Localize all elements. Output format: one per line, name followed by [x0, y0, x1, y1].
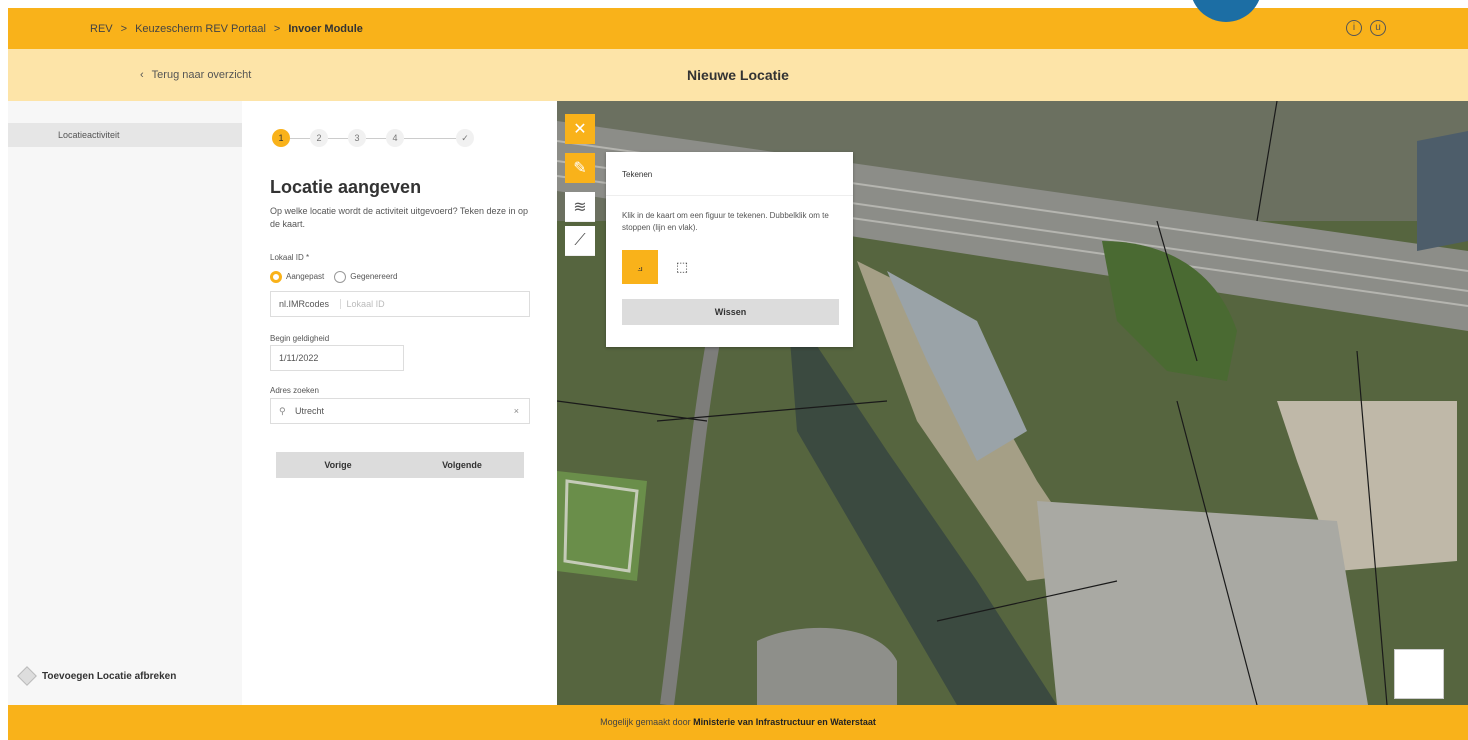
sidebar: Locatieactiviteit Toevoegen Locatie afbr… — [8, 101, 242, 705]
sub-header: ‹ Terug naar overzicht Nieuwe Locatie — [8, 49, 1468, 101]
form-description: Op welke locatie wordt de activiteit uit… — [270, 206, 528, 229]
basemap-switcher[interactable] — [1394, 649, 1444, 699]
draw-tool-button[interactable]: ✎ — [565, 153, 595, 183]
info-icon[interactable]: i — [1346, 20, 1362, 36]
draw-panel: Tekenen Klik in de kaart om een figuur t… — [606, 152, 853, 347]
prefix-label: nl.IMRcodes — [279, 299, 330, 309]
radio-selected-icon — [270, 271, 282, 283]
step-2[interactable]: 2 — [310, 129, 328, 147]
back-link[interactable]: ‹ Terug naar overzicht — [140, 69, 251, 81]
lokaal-id-radios: Aangepast Gegenereerd — [270, 271, 397, 283]
draw-line-button[interactable]: ⟓ — [622, 250, 658, 284]
step-line — [366, 137, 386, 139]
close-icon: ✕ — [573, 121, 587, 138]
sidebar-item-locatieactiviteit[interactable]: Locatieactiviteit — [8, 123, 242, 147]
top-bar: REV > Keuzescherm REV Portaal > Invoer M… — [8, 0, 1468, 49]
map-view[interactable]: ✕ ✎ ≋ ⟋ Tekenen Klik in de kaart om een … — [557, 101, 1468, 705]
step-line — [404, 137, 456, 139]
breadcrumb-separator: > — [273, 22, 281, 35]
radio-aangepast[interactable]: Aangepast — [270, 271, 324, 283]
layers-tool-button[interactable]: ≋ — [565, 192, 595, 222]
address-value: Utrecht — [295, 406, 325, 416]
top-icons: i u — [1346, 20, 1386, 36]
clear-icon[interactable]: × — [514, 399, 519, 423]
lokaal-id-label: Lokaal ID * — [270, 253, 310, 262]
begin-date-input[interactable]: 1/11/2022 — [270, 345, 404, 371]
step-1[interactable]: 1 — [272, 129, 290, 147]
location-form: 1 2 3 4 ✓ Locatie aangeven Op welke loca… — [242, 101, 557, 705]
step-done[interactable]: ✓ — [456, 129, 474, 147]
radio-label: Aangepast — [286, 272, 325, 282]
breadcrumb: REV > Keuzescherm REV Portaal > Invoer M… — [90, 23, 363, 35]
breadcrumb-separator: > — [120, 22, 128, 35]
radio-label: Gegenereerd — [350, 272, 398, 282]
breadcrumb-current: Invoer Module — [288, 22, 363, 35]
step-line — [290, 137, 310, 139]
draw-polygon-button[interactable]: ⬚ — [664, 250, 700, 284]
begin-label: Begin geldigheid — [270, 334, 330, 343]
step-3[interactable]: 3 — [348, 129, 366, 147]
step-line — [328, 137, 348, 139]
search-icon: ⚲ — [279, 406, 286, 416]
previous-button[interactable]: Vorige — [276, 452, 400, 478]
measure-tool-button[interactable]: ⟋ — [565, 226, 595, 256]
lokaal-id-input[interactable]: nl.IMRcodes Lokaal ID — [270, 291, 530, 317]
footer-org: Ministerie van Infrastructuur en Waterst… — [693, 717, 876, 727]
ruler-icon: ⟋ — [574, 231, 586, 249]
avatar[interactable] — [1190, 0, 1262, 22]
pencil-icon: ✎ — [573, 160, 587, 177]
form-title: Locatie aangeven — [270, 177, 422, 197]
footer: Mogelijk gemaakt door Ministerie van Inf… — [8, 705, 1468, 740]
polygon-icon: ⬚ — [675, 259, 689, 274]
cancel-add-location-label: Toevoegen Locatie afbreken — [42, 670, 177, 682]
breadcrumb-rev[interactable]: REV — [90, 23, 113, 35]
draw-panel-instruction: Klik in de kaart om een figuur te tekene… — [622, 211, 829, 232]
layers-icon: ≋ — [573, 198, 587, 216]
user-icon[interactable]: u — [1370, 20, 1386, 36]
chevron-left-icon: ‹ — [140, 69, 144, 81]
draw-panel-title: Tekenen — [606, 152, 853, 196]
clear-drawing-button[interactable]: Wissen — [622, 299, 839, 325]
next-button[interactable]: Volgende — [400, 452, 524, 478]
step-indicator: 1 2 3 4 ✓ — [272, 129, 474, 147]
lokaal-id-placeholder: Lokaal ID — [339, 299, 385, 309]
cancel-add-location[interactable]: Toevoegen Locatie afbreken — [17, 666, 177, 686]
breadcrumb-keuzescherm[interactable]: Keuzescherm REV Portaal — [135, 23, 266, 35]
draw-shape-tools: ⟓ ⬚ — [622, 250, 700, 284]
polyline-icon: ⟓ — [637, 259, 643, 274]
back-link-label: Terug naar overzicht — [151, 69, 252, 81]
radio-gegenereerd[interactable]: Gegenereerd — [334, 271, 397, 283]
diamond-icon — [17, 666, 37, 686]
close-tool-button[interactable]: ✕ — [565, 114, 595, 144]
adres-label: Adres zoeken — [270, 386, 319, 395]
radio-unselected-icon — [334, 271, 347, 283]
footer-prefix: Mogelijk gemaakt door — [600, 717, 691, 727]
address-search-input[interactable]: ⚲ Utrecht × — [270, 398, 530, 424]
step-4[interactable]: 4 — [386, 129, 404, 147]
